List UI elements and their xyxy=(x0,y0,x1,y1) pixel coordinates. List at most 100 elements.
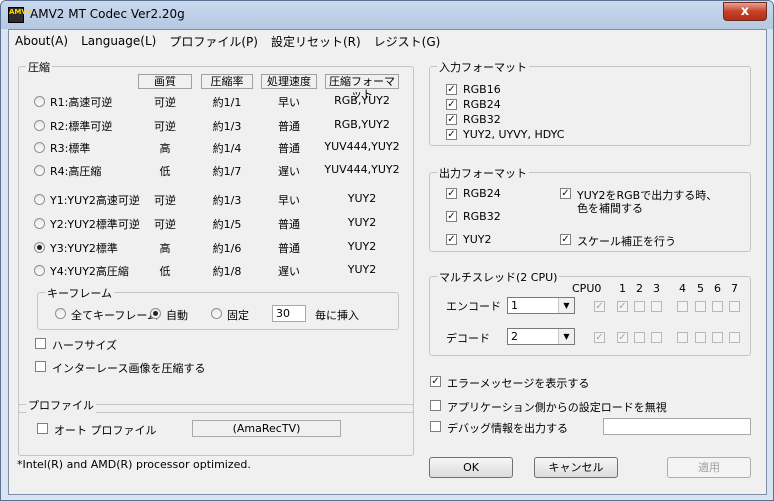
cpu-label: 3 xyxy=(653,282,660,295)
yuy2-interp-checkbox[interactable]: ✓ xyxy=(560,188,571,199)
menu-about[interactable]: About(A) xyxy=(15,34,75,48)
input-format-label: RGB16 xyxy=(463,83,501,96)
auto-profile-checkbox[interactable] xyxy=(37,423,48,434)
mode-radio[interactable] xyxy=(34,194,45,205)
chevron-down-icon: ▼ xyxy=(558,329,574,344)
menu-profile[interactable]: プロファイル(P) xyxy=(169,33,265,50)
mode-speed: 普通 xyxy=(278,120,300,133)
mode-format: YUV444,YUY2 xyxy=(324,140,400,153)
mode-label: R4:高圧縮 xyxy=(50,165,102,178)
out-rgb32-label: RGB32 xyxy=(463,210,501,223)
out-rgb24-checkbox[interactable]: ✓ xyxy=(446,188,457,199)
input-format-checkbox[interactable]: ✓ xyxy=(446,84,457,95)
keyframe-auto-radio[interactable] xyxy=(150,308,161,319)
input-format-label: YUY2, UYVY, HDYC xyxy=(463,128,565,141)
mode-format: RGB,YUY2 xyxy=(334,94,390,107)
mode-ratio: 約1/3 xyxy=(212,194,242,207)
decode-thread-select[interactable]: 2 ▼ xyxy=(507,328,575,345)
decode-cpu-checkbox[interactable] xyxy=(695,332,706,343)
mode-format: YUV444,YUY2 xyxy=(324,163,400,176)
cancel-button[interactable]: キャンセル xyxy=(534,457,618,478)
mode-radio[interactable] xyxy=(34,242,45,253)
out-rgb24-label: RGB24 xyxy=(463,187,501,200)
encode-cpu-checkbox[interactable]: ✓ xyxy=(594,301,605,312)
encode-cpu-checkbox[interactable] xyxy=(695,301,706,312)
window-title: AMV2 MT Codec Ver2.20g xyxy=(30,7,185,21)
header-format: 圧縮フォーマット xyxy=(325,74,399,101)
menu-reset[interactable]: 設定リセット(R) xyxy=(271,33,368,50)
decode-cpu-checkbox[interactable] xyxy=(729,332,740,343)
error-message-checkbox[interactable]: ✓ xyxy=(430,376,441,387)
interlace-label: インターレース画像を圧縮する xyxy=(52,362,206,375)
mode-quality: 低 xyxy=(159,165,171,178)
mode-radio[interactable] xyxy=(34,265,45,276)
mode-radio[interactable] xyxy=(34,96,45,107)
dialog-client: About(A) Language(L) プロファイル(P) 設定リセット(R)… xyxy=(8,29,767,495)
ignore-app-checkbox[interactable] xyxy=(430,400,441,411)
mode-speed: 普通 xyxy=(278,242,300,255)
interlace-checkbox[interactable] xyxy=(35,361,46,372)
close-button[interactable]: x xyxy=(723,2,767,21)
mode-format: YUY2 xyxy=(347,192,377,205)
keyframe-interval-input[interactable]: 30 xyxy=(272,305,306,322)
encode-thread-select[interactable]: 1 ▼ xyxy=(507,297,575,314)
mode-speed: 遅い xyxy=(278,265,300,278)
mode-quality: 可逆 xyxy=(154,96,176,109)
profile-name-field: (AmaRecTV) xyxy=(192,420,341,437)
encode-cpu-checkbox[interactable]: ✓ xyxy=(617,301,628,312)
debug-label: デバッグ情報を出力する xyxy=(447,422,568,435)
ok-button[interactable]: OK xyxy=(429,457,513,478)
scale-correction-checkbox[interactable]: ✓ xyxy=(560,234,571,245)
input-format-checkbox[interactable]: ✓ xyxy=(446,129,457,140)
keyframe-suffix-label: 毎に挿入 xyxy=(315,309,359,322)
profile-group-label: プロファイル xyxy=(26,397,96,413)
mode-label: R3:標準 xyxy=(50,142,91,155)
mode-ratio: 約1/3 xyxy=(212,120,242,133)
keyframe-all-radio[interactable] xyxy=(55,308,66,319)
mode-format: YUY2 xyxy=(347,240,377,253)
mode-ratio: 約1/1 xyxy=(212,96,242,109)
encode-cpu-checkbox[interactable] xyxy=(634,301,645,312)
auto-profile-label: オート プロファイル xyxy=(54,424,157,437)
decode-cpu-checkbox[interactable] xyxy=(677,332,688,343)
mode-radio[interactable] xyxy=(34,120,45,131)
cpu-label: 4 xyxy=(679,282,686,295)
encode-cpu-checkbox[interactable] xyxy=(712,301,723,312)
decode-cpu-checkbox[interactable]: ✓ xyxy=(617,332,628,343)
input-format-checkbox[interactable]: ✓ xyxy=(446,99,457,110)
footer-note: *Intel(R) and AMD(R) processor optimized… xyxy=(17,458,251,471)
mode-speed: 遅い xyxy=(278,165,300,178)
scale-correction-label: スケール補正を行う xyxy=(577,235,676,248)
half-size-checkbox[interactable] xyxy=(35,338,46,349)
half-size-label: ハーフサイズ xyxy=(52,339,118,352)
encode-cpu-checkbox[interactable] xyxy=(677,301,688,312)
cpu-label: 2 xyxy=(636,282,643,295)
header-quality: 画質 xyxy=(138,74,192,89)
mode-format: RGB,YUY2 xyxy=(334,118,390,131)
window: AMV2 AMV2 MT Codec Ver2.20g x About(A) L… xyxy=(0,0,774,501)
apply-button[interactable]: 適用 xyxy=(667,457,751,478)
mode-quality: 高 xyxy=(159,142,171,155)
debug-path-input[interactable] xyxy=(603,418,751,435)
out-yuy2-label: YUY2 xyxy=(463,233,492,246)
decode-cpu-checkbox[interactable] xyxy=(712,332,723,343)
menu-register[interactable]: レジスト(G) xyxy=(374,33,448,50)
mode-radio[interactable] xyxy=(34,142,45,153)
out-yuy2-checkbox[interactable]: ✓ xyxy=(446,234,457,245)
mode-quality: 可逆 xyxy=(154,194,176,207)
keyframe-fixed-radio[interactable] xyxy=(211,308,222,319)
cpu-label: 1 xyxy=(619,282,626,295)
decode-cpu-checkbox[interactable] xyxy=(651,332,662,343)
menu-language[interactable]: Language(L) xyxy=(81,34,163,48)
input-format-checkbox[interactable]: ✓ xyxy=(446,114,457,125)
encode-cpu-checkbox[interactable] xyxy=(651,301,662,312)
mode-radio[interactable] xyxy=(34,218,45,229)
out-rgb32-checkbox[interactable]: ✓ xyxy=(446,211,457,222)
decode-cpu-checkbox[interactable]: ✓ xyxy=(594,332,605,343)
debug-checkbox[interactable] xyxy=(430,421,441,432)
input-format-group-label: 入力フォーマット xyxy=(437,59,529,75)
mode-label: Y2:YUY2標準可逆 xyxy=(50,218,140,231)
decode-cpu-checkbox[interactable] xyxy=(634,332,645,343)
encode-cpu-checkbox[interactable] xyxy=(729,301,740,312)
mode-radio[interactable] xyxy=(34,165,45,176)
